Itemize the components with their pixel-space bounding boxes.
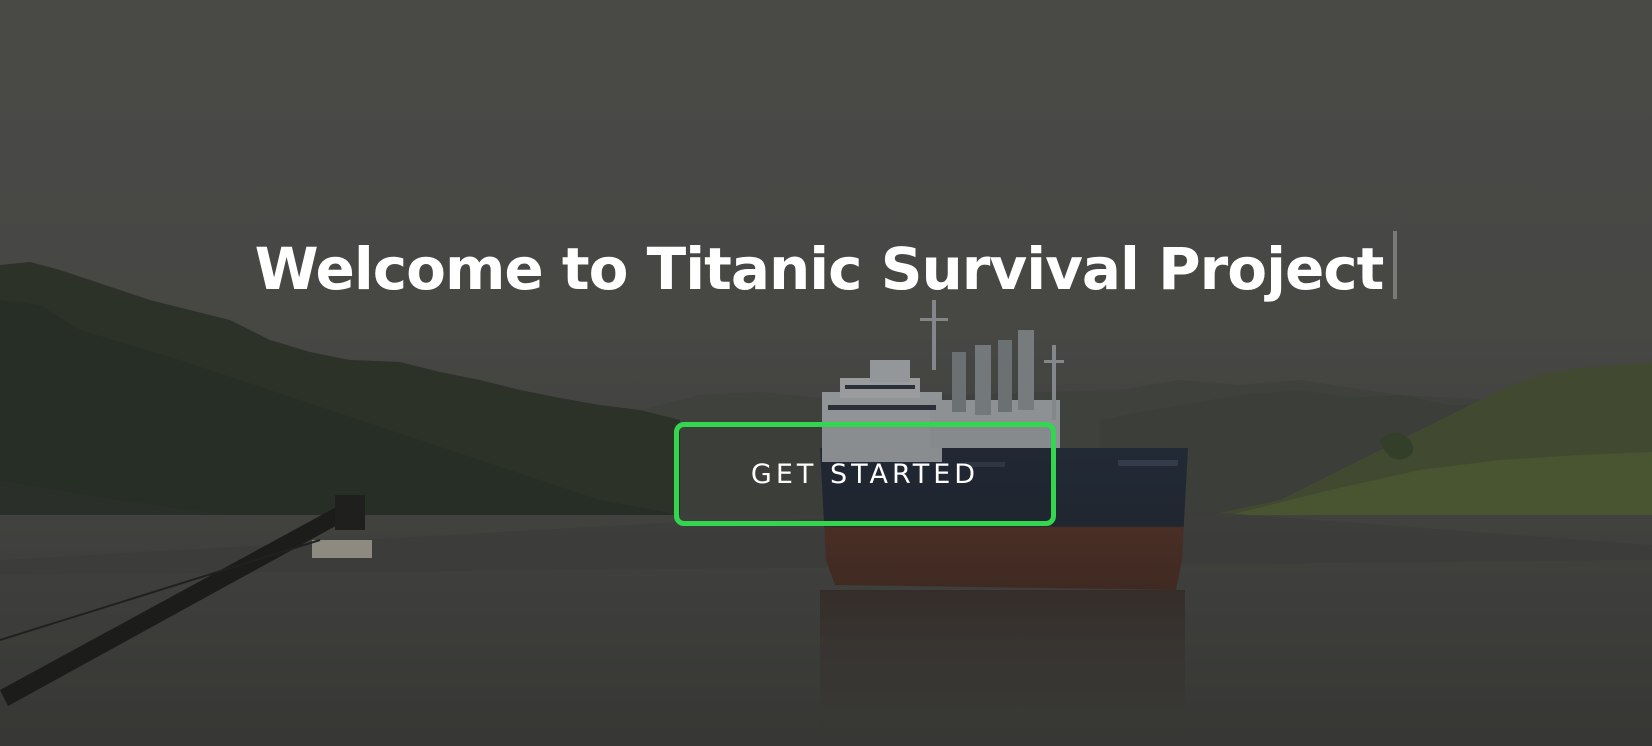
hero-title: Welcome to Titanic Survival Project <box>0 228 1652 310</box>
hero-section: Welcome to Titanic Survival Project GET … <box>0 0 1652 746</box>
hero-content: Welcome to Titanic Survival Project GET … <box>0 0 1652 746</box>
hero-title-text: Welcome to Titanic Survival Project <box>254 235 1385 303</box>
typing-caret <box>1393 231 1398 299</box>
get-started-label: GET STARTED <box>750 458 980 490</box>
get-started-button[interactable]: GET STARTED <box>674 422 1056 526</box>
